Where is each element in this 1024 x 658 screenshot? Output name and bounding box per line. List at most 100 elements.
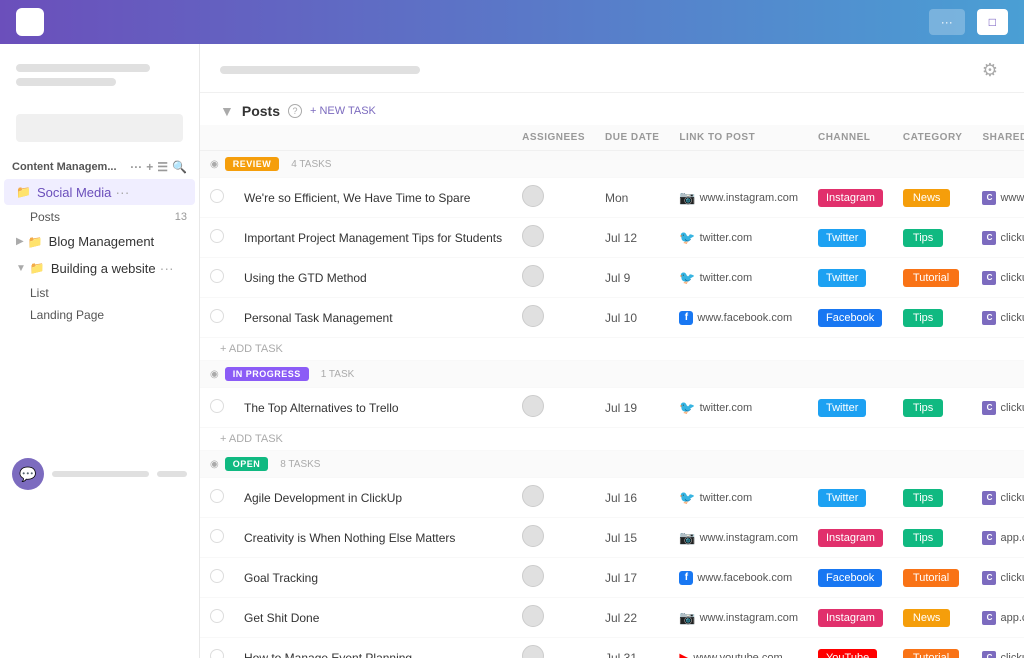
row-check-2-0[interactable] — [200, 478, 234, 518]
link-cell-2-4[interactable]: ▶ www.youtube.com — [669, 638, 808, 658]
table-row[interactable]: Using the GTD Method Jul 9 🐦 twitter.com… — [200, 258, 1024, 298]
table-row[interactable]: How to Manage Event Planning Jul 31 ▶ ww… — [200, 638, 1024, 658]
duedate-cell-2-4: Jul 31 — [595, 638, 669, 658]
sharedurl-cell-0-3[interactable]: C clickup.com — [972, 298, 1024, 338]
assignee-cell-0-0 — [512, 178, 595, 218]
category-cell-0-2: Tutorial — [893, 258, 973, 298]
category-badge: Tutorial — [903, 649, 959, 658]
section-arrow[interactable]: ▼ — [220, 103, 234, 119]
top-bar-btn2[interactable]: □ — [977, 9, 1008, 35]
link-cell-2-2[interactable]: f www.facebook.com — [669, 558, 808, 598]
link-cell-2-0[interactable]: 🐦 twitter.com — [669, 478, 808, 518]
table-row[interactable]: The Top Alternatives to Trello Jul 19 🐦 … — [200, 388, 1024, 428]
channel-badge: Instagram — [818, 529, 883, 547]
table-container: ▼ Posts ? + NEW TASK ASSIGNEES DUE DATE … — [200, 93, 1024, 658]
sidebar-item-posts[interactable]: Posts 13 — [0, 206, 199, 228]
sharedurl-cell-0-0[interactable]: C www.instagram.com — [972, 178, 1024, 218]
task-name-0-3[interactable]: Personal Task Management — [234, 298, 512, 338]
more-icon-2[interactable]: ··· — [160, 260, 174, 276]
task-name-2-4[interactable]: How to Manage Event Planning — [234, 638, 512, 658]
row-check-0-0[interactable] — [200, 178, 234, 218]
channel-badge: Facebook — [818, 309, 882, 327]
clickup-icon: C — [982, 231, 996, 245]
sidebar-item-social-media[interactable]: 📁 Social Media ··· — [4, 179, 195, 205]
chevron-down-icon: ▼ — [16, 263, 26, 274]
clickup-icon: C — [982, 571, 996, 585]
table-row[interactable]: Agile Development in ClickUp Jul 16 🐦 tw… — [200, 478, 1024, 518]
assignee-cell-2-2 — [512, 558, 595, 598]
clickup-icon: C — [982, 491, 996, 505]
row-check-2-3[interactable] — [200, 598, 234, 638]
assignee-cell-0-1 — [512, 218, 595, 258]
breadcrumb — [220, 66, 420, 74]
group-toggle-review[interactable]: ◉ — [210, 159, 219, 170]
link-cell-0-2[interactable]: 🐦 twitter.com — [669, 258, 808, 298]
sidebar-item-landing-page[interactable]: Landing Page — [0, 304, 199, 326]
row-check-2-1[interactable] — [200, 518, 234, 558]
add-task-row-inprogress[interactable]: + ADD TASK — [200, 428, 1024, 451]
add-task-row-review[interactable]: + ADD TASK — [200, 338, 1024, 361]
table-row[interactable]: Goal Tracking Jul 17 f www.facebook.com … — [200, 558, 1024, 598]
link-cell-0-3[interactable]: f www.facebook.com — [669, 298, 808, 338]
row-check-0-3[interactable] — [200, 298, 234, 338]
more-icon[interactable]: ··· — [115, 184, 129, 200]
link-cell-2-3[interactable]: 📷 www.instagram.com — [669, 598, 808, 638]
sidebar-bottom: 💬 — [0, 446, 199, 502]
channel-cell-0-0: Instagram — [808, 178, 893, 218]
table-row[interactable]: Important Project Management Tips for St… — [200, 218, 1024, 258]
top-bar-btn1[interactable]: ··· — [929, 9, 965, 35]
channel-cell-0-2: Twitter — [808, 258, 893, 298]
group-toggle-open[interactable]: ◉ — [210, 459, 219, 470]
channel-badge: Twitter — [818, 399, 866, 417]
row-check-1-0[interactable] — [200, 388, 234, 428]
task-name-0-0[interactable]: We're so Efficient, We Have Time to Spar… — [234, 178, 512, 218]
channel-badge: Twitter — [818, 229, 866, 247]
link-cell-0-1[interactable]: 🐦 twitter.com — [669, 218, 808, 258]
sharedurl-cell-0-1[interactable]: C clickup.com — [972, 218, 1024, 258]
settings-button[interactable]: ⚙ — [976, 56, 1004, 84]
task-name-0-2[interactable]: Using the GTD Method — [234, 258, 512, 298]
table-row[interactable]: We're so Efficient, We Have Time to Spar… — [200, 178, 1024, 218]
task-name-2-3[interactable]: Get Shit Done — [234, 598, 512, 638]
sidebar-item-building-website[interactable]: ▼ 📁 Building a website ··· — [4, 255, 195, 281]
sharedurl-cell-2-0[interactable]: C clickup.com — [972, 478, 1024, 518]
group-toggle-inprogress[interactable]: ◉ — [210, 369, 219, 380]
sharedurl-cell-1-0[interactable]: C clickup.com — [972, 388, 1024, 428]
sidebar-item-blog-management[interactable]: ▶ 📁 Blog Management — [4, 229, 195, 254]
task-name-2-2[interactable]: Goal Tracking — [234, 558, 512, 598]
row-check-2-4[interactable] — [200, 638, 234, 658]
table-row[interactable]: Creativity is When Nothing Else Matters … — [200, 518, 1024, 558]
channel-cell-2-2: Facebook — [808, 558, 893, 598]
task-name-2-1[interactable]: Creativity is When Nothing Else Matters — [234, 518, 512, 558]
chat-button[interactable]: 💬 — [12, 458, 44, 490]
folder-icon: 📁 — [16, 185, 31, 199]
assignee-avatar — [522, 645, 544, 658]
sharedurl-cell-0-2[interactable]: C clickup.com — [972, 258, 1024, 298]
sidebar-item-list[interactable]: List — [0, 282, 199, 304]
task-name-1-0[interactable]: The Top Alternatives to Trello — [234, 388, 512, 428]
duedate-cell-0-1: Jul 12 — [595, 218, 669, 258]
new-task-button[interactable]: + NEW TASK — [310, 105, 376, 117]
duedate-cell-0-3: Jul 10 — [595, 298, 669, 338]
bottom-placeholder — [52, 471, 149, 477]
duedate-cell-0-0: Mon — [595, 178, 669, 218]
category-cell-0-1: Tips — [893, 218, 973, 258]
row-check-0-1[interactable] — [200, 218, 234, 258]
help-icon[interactable]: ? — [288, 104, 302, 118]
link-cell-2-1[interactable]: 📷 www.instagram.com — [669, 518, 808, 558]
sharedurl-cell-2-1[interactable]: C app.clickup.com — [972, 518, 1024, 558]
group-row-inprogress: ◉ IN PROGRESS 1 TASK — [200, 361, 1024, 388]
table-row[interactable]: Personal Task Management Jul 10 f www.fa… — [200, 298, 1024, 338]
row-check-0-2[interactable] — [200, 258, 234, 298]
sharedurl-cell-2-4[interactable]: C clickup.com — [972, 638, 1024, 658]
task-name-0-1[interactable]: Important Project Management Tips for St… — [234, 218, 512, 258]
link-cell-0-0[interactable]: 📷 www.instagram.com — [669, 178, 808, 218]
clickup-icon: C — [982, 651, 996, 658]
link-cell-1-0[interactable]: 🐦 twitter.com — [669, 388, 808, 428]
task-name-2-0[interactable]: Agile Development in ClickUp — [234, 478, 512, 518]
sharedurl-cell-2-2[interactable]: C clickup.com — [972, 558, 1024, 598]
row-check-2-2[interactable] — [200, 558, 234, 598]
sharedurl-cell-2-3[interactable]: C app.clickup.com — [972, 598, 1024, 638]
duedate-cell-0-2: Jul 9 — [595, 258, 669, 298]
table-row[interactable]: Get Shit Done Jul 22 📷 www.instagram.com… — [200, 598, 1024, 638]
